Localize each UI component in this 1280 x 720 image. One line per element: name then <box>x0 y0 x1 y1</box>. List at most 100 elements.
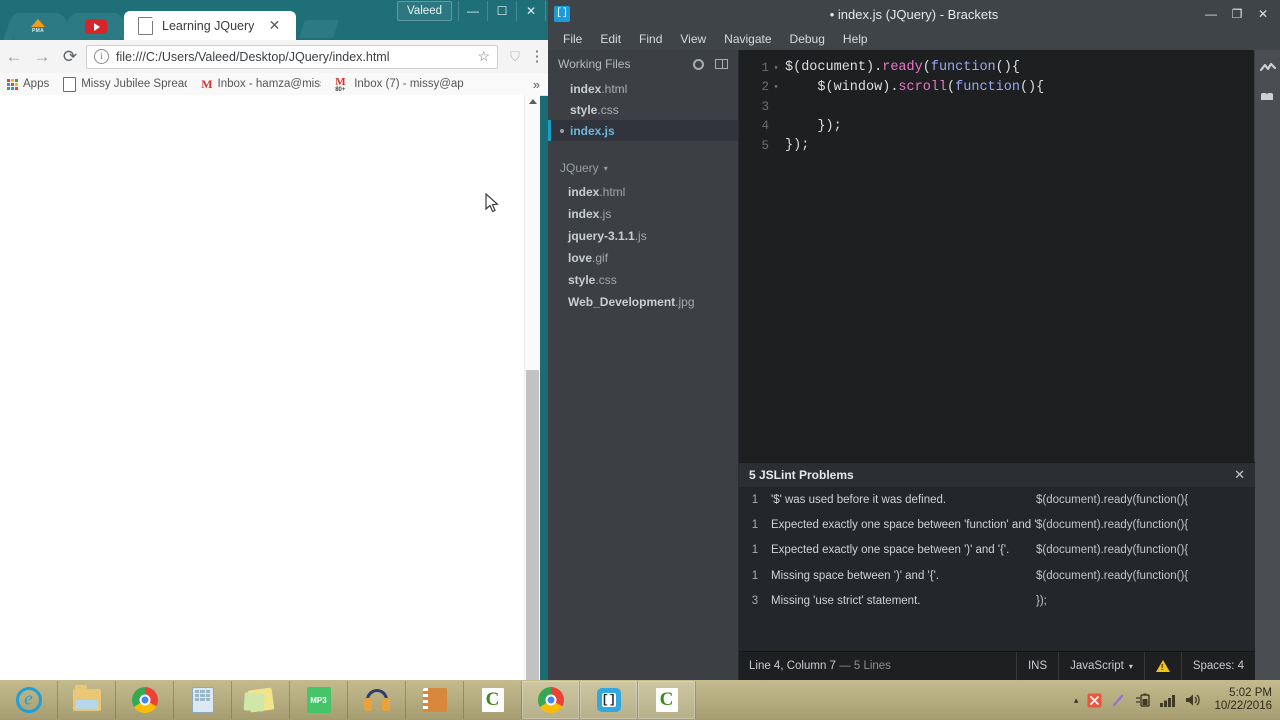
code-token: function <box>930 60 996 76</box>
chrome-minimize-button[interactable]: — <box>458 1 487 21</box>
jslint-problem-row[interactable]: 1 '$' was used before it was defined. $(do… <box>739 487 1255 512</box>
chevron-down-icon[interactable]: ▾ <box>604 164 608 173</box>
code-line[interactable]: 4 }); <box>739 117 1255 137</box>
site-info-icon[interactable]: i <box>94 49 109 64</box>
working-file-style-css[interactable]: style .css <box>548 99 738 120</box>
split-view-icon[interactable] <box>715 59 728 69</box>
taskbar-video-editor[interactable] <box>406 681 464 719</box>
project-file-index-html[interactable]: index .html <box>548 181 738 203</box>
back-button[interactable]: ← <box>0 47 28 67</box>
taskbar-chrome-window[interactable] <box>522 681 580 719</box>
problems-warning-indicator[interactable] <box>1143 652 1181 680</box>
show-hidden-icons-button[interactable]: ▴ <box>1074 695 1079 706</box>
chrome-active-tab[interactable]: Learning JQuery ✕ <box>124 11 296 40</box>
chrome-tab-close-icon[interactable]: ✕ <box>267 18 282 33</box>
code-text: }); <box>783 119 841 134</box>
live-preview-icon[interactable] <box>1259 62 1276 75</box>
chrome-maximize-button[interactable]: ☐ <box>487 1 516 21</box>
project-file-jquery[interactable]: jquery-3.1.1 .js <box>548 225 738 247</box>
cursor-position-status[interactable]: Line 4, Column 7 — 5 Lines <box>739 660 891 672</box>
taskbar-calculator[interactable] <box>174 681 232 719</box>
bookmark-inbox-missy[interactable]: M 80+ Inbox (7) - missy@ap <box>328 78 470 91</box>
jslint-problem-row[interactable]: 1 Missing space between ')' and '{'. $(doc… <box>739 563 1255 588</box>
chrome-new-tab-button[interactable] <box>299 20 339 38</box>
scrollbar-up-arrow-icon[interactable] <box>529 99 537 104</box>
menu-find[interactable]: Find <box>630 32 671 46</box>
jslint-problem-row[interactable]: 1 Expected exactly one space between 'fun… <box>739 512 1255 537</box>
project-file-index-js[interactable]: index .js <box>548 203 738 225</box>
taskbar-sticky-notes[interactable] <box>232 681 290 719</box>
project-file-love-gif[interactable]: love .gif <box>548 247 738 269</box>
taskbar-file-explorer[interactable] <box>58 681 116 719</box>
chrome-close-button[interactable]: ✕ <box>516 1 546 21</box>
code-token: function <box>955 79 1020 95</box>
taskbar-brackets-window[interactable]: [] <box>580 681 638 719</box>
indent-setting[interactable]: Spaces: 4 <box>1180 652 1255 680</box>
brackets-close-button[interactable]: ✕ <box>1250 7 1276 21</box>
menu-navigate[interactable]: Navigate <box>715 32 780 46</box>
bookmark-missy-jubilee[interactable]: Missy Jubilee Spread <box>56 76 194 92</box>
bookmark-star-icon[interactable]: ☆ <box>477 48 490 65</box>
line-number: 3 <box>761 99 769 114</box>
code-fold-triangle-icon[interactable]: ▾ <box>769 82 783 92</box>
bookmarks-overflow-button[interactable]: » <box>525 77 548 92</box>
problem-line-number: 1 <box>751 519 759 532</box>
reload-button[interactable]: ⟳ <box>56 47 84 67</box>
working-file-index-js[interactable]: index.js <box>548 120 738 141</box>
code-fold-triangle-icon[interactable]: ▾ <box>769 63 783 73</box>
chrome-icon <box>537 687 564 713</box>
chrome-pinned-tab-youtube[interactable] <box>72 13 120 40</box>
code-line[interactable]: 1 ▾ $(document).ready(function(){ <box>739 58 1255 78</box>
code-line[interactable]: 5}); <box>739 136 1255 156</box>
taskbar-mp3-tool[interactable]: MP3 <box>290 681 348 719</box>
brackets-minimize-button[interactable]: — <box>1198 7 1224 21</box>
insert-mode-status[interactable]: INS <box>1015 652 1058 680</box>
bookmark-apps[interactable]: Apps <box>0 78 56 90</box>
extension-manager-icon[interactable] <box>1260 89 1276 102</box>
chrome-menu-icon[interactable]: ⋮ <box>526 49 548 64</box>
bookmark-label: Inbox (7) - missy@ap <box>354 78 464 90</box>
chevron-down-icon: ▾ <box>1128 661 1133 671</box>
project-name: JQuery <box>560 161 599 175</box>
code-line[interactable]: 3 <box>739 97 1255 117</box>
code-line[interactable]: 2 ▾ $(window).scroll(function(){ <box>739 78 1255 98</box>
close-icon[interactable]: ✕ <box>1234 467 1245 483</box>
jslint-problem-row[interactable]: 1 Expected exactly one space between ')' … <box>739 538 1255 563</box>
battery-icon[interactable] <box>1135 693 1151 707</box>
chrome-icon <box>131 687 158 713</box>
language-selector[interactable]: JavaScript ▾ <box>1058 652 1144 680</box>
extension-shield-icon[interactable]: ⛉ <box>504 49 526 65</box>
taskbar-camtasia-pinned[interactable]: C <box>464 681 522 719</box>
jslint-problem-row[interactable]: 3 Missing 'use strict' statement.}); <box>739 589 1255 614</box>
forward-button[interactable]: → <box>28 47 56 67</box>
project-header[interactable]: JQuery ▾ <box>548 155 738 181</box>
code-editor[interactable]: 1 ▾ $(document).ready(function(){2 ▾ $(wind… <box>739 50 1255 462</box>
volume-icon[interactable] <box>1185 693 1201 707</box>
project-file-web-development-jpg[interactable]: Web_Development .jpg <box>548 291 738 313</box>
menu-help[interactable]: Help <box>834 32 877 46</box>
address-bar[interactable]: i file:///C:/Users/Valeed/Desktop/JQuery… <box>86 44 498 69</box>
bookmark-inbox-hamza[interactable]: M Inbox - hamza@miss <box>194 77 328 92</box>
taskbar-chrome-pinned[interactable] <box>116 681 174 719</box>
working-file-index-html[interactable]: index .html <box>548 78 738 99</box>
menu-file[interactable]: File <box>554 32 591 46</box>
taskbar-audio-player[interactable] <box>348 681 406 719</box>
taskbar-clock[interactable]: 5:02 PM 10/22/2016 <box>1210 687 1272 713</box>
gear-icon[interactable] <box>693 58 704 70</box>
menu-edit[interactable]: Edit <box>591 32 630 46</box>
project-file-style-css[interactable]: style .css <box>548 269 738 291</box>
problem-source-snippet: $(document).ready(function(){ <box>1036 569 1189 582</box>
menu-debug[interactable]: Debug <box>781 32 834 46</box>
pen-icon[interactable] <box>1111 693 1126 708</box>
taskbar-internet-explorer[interactable] <box>0 681 58 719</box>
chrome-page-content <box>0 95 540 680</box>
chrome-pinned-tab-pma[interactable]: PMA <box>14 13 62 40</box>
antivirus-icon[interactable] <box>1087 693 1102 708</box>
page-vertical-scrollbar[interactable] <box>524 95 540 680</box>
scrollbar-thumb[interactable] <box>526 370 539 680</box>
brackets-maximize-button[interactable]: ❐ <box>1224 7 1250 21</box>
network-icon[interactable] <box>1160 694 1176 707</box>
menu-view[interactable]: View <box>671 32 715 46</box>
chrome-profile-button[interactable]: Valeed <box>397 1 452 21</box>
taskbar-camtasia-window[interactable]: C <box>638 681 696 719</box>
